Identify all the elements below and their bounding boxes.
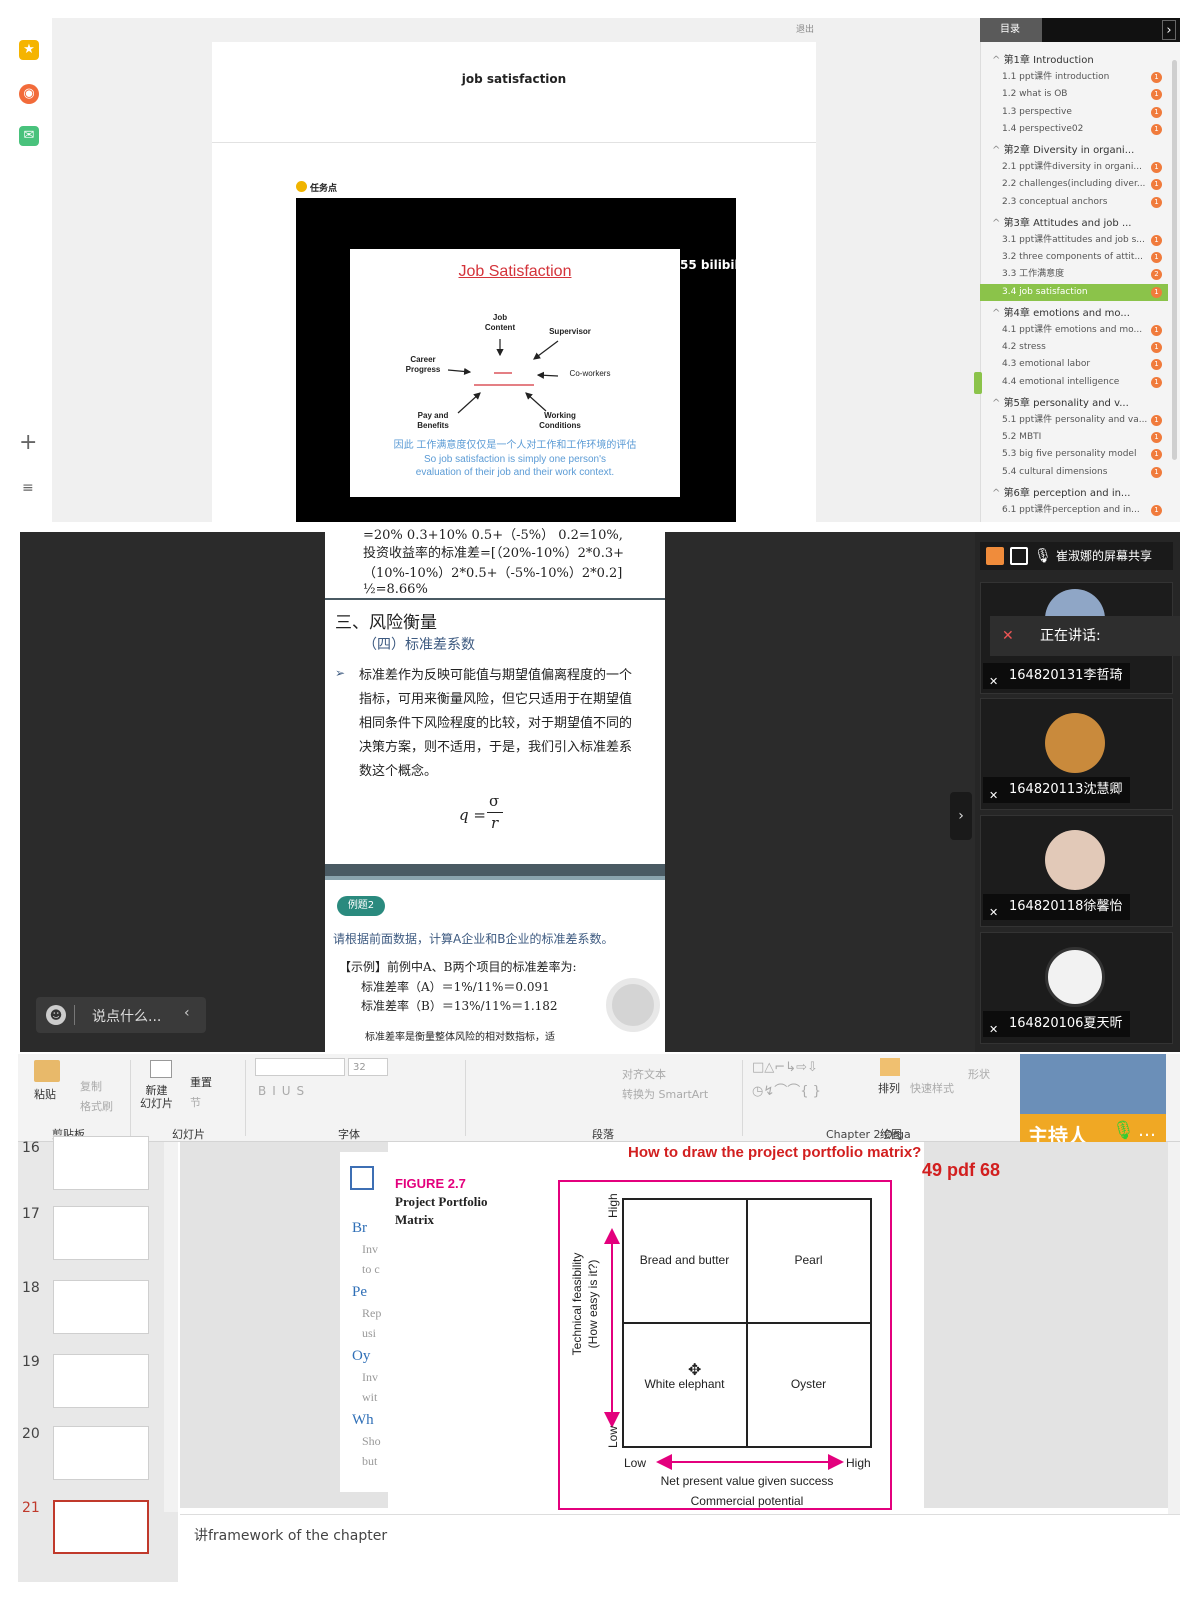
thumbs-scrollbar[interactable] bbox=[164, 1142, 178, 1512]
y-axis-sublabel: (How easy is it?) bbox=[586, 1259, 600, 1349]
screenshot-collage: ★ ◉ ✉ + ≡ 退出 job satisfaction 任务点 55 bil… bbox=[0, 0, 1200, 1600]
x-axis-label: Net present value given success bbox=[660, 1474, 834, 1488]
y-axis-label: Technical feasibility bbox=[570, 1252, 584, 1356]
notes-text: 讲framework of the chapter bbox=[194, 1528, 388, 1544]
matrix-axes bbox=[604, 1228, 844, 1470]
notes-pane[interactable]: 讲framework of the chapter bbox=[180, 1514, 1180, 1554]
y-high-label: High bbox=[606, 1193, 620, 1218]
editor-scrollbar[interactable] bbox=[1168, 1142, 1180, 1552]
x-axis-sublabel: Commercial potential bbox=[690, 1494, 804, 1508]
y-low-label: Low bbox=[606, 1425, 620, 1448]
x-high-label: High bbox=[846, 1456, 871, 1470]
x-low-label: Low bbox=[624, 1456, 647, 1470]
